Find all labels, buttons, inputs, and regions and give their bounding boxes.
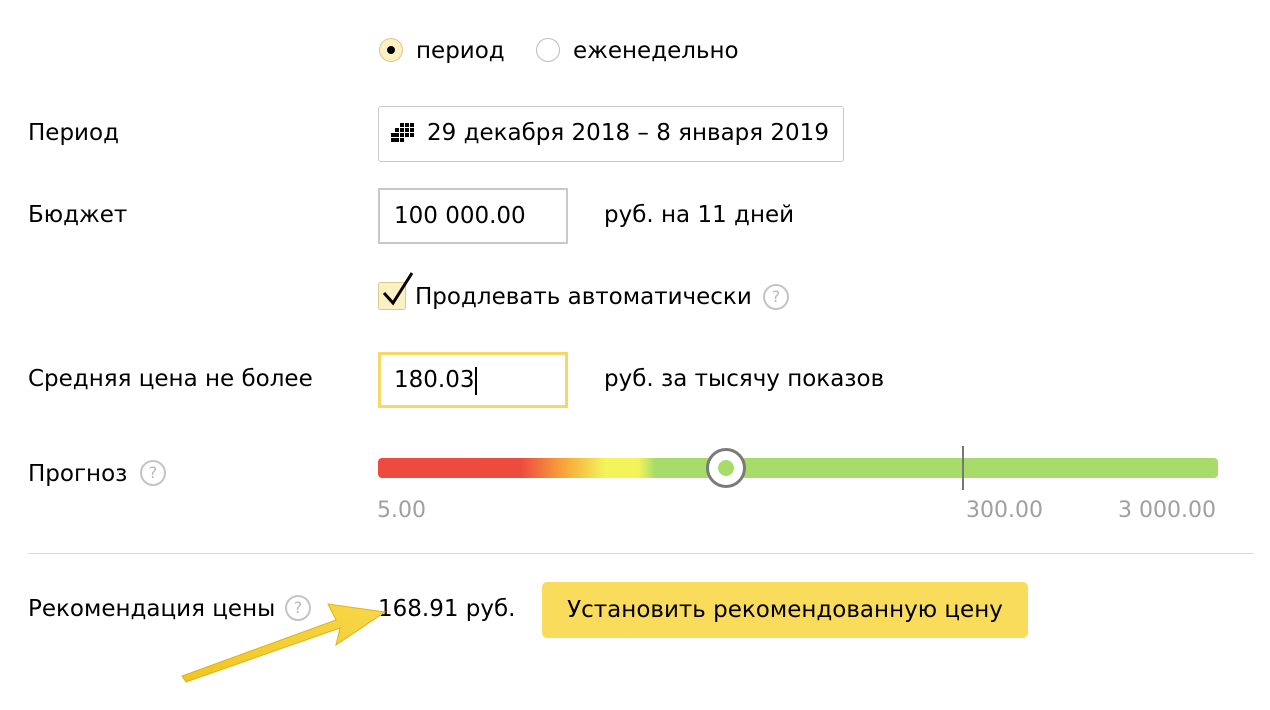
auto-extend-help-icon[interactable]: ? <box>763 284 789 310</box>
avg-price-label: Средняя цена не более <box>28 366 313 392</box>
forecast-help-icon[interactable]: ? <box>140 460 166 486</box>
period-value: 29 декабря 2018 – 8 января 2019 <box>427 120 829 146</box>
budget-suffix: руб. на 11 дней <box>604 202 795 228</box>
calendar-icon <box>391 123 414 142</box>
forecast-scale-bar <box>378 458 1218 478</box>
radio-period-label[interactable]: период <box>416 37 505 65</box>
section-divider <box>28 553 1254 554</box>
period-date-picker[interactable]: 29 декабря 2018 – 8 января 2019 <box>378 106 844 162</box>
forecast-scale-mid: 300.00 <box>966 498 1043 523</box>
radio-weekly[interactable] <box>536 38 560 62</box>
budget-label: Бюджет <box>28 202 128 228</box>
radio-period[interactable] <box>379 38 403 62</box>
forecast-slider-dot <box>718 460 734 476</box>
checkmark-icon <box>382 272 414 306</box>
avg-price-suffix: руб. за тысячу показов <box>604 366 885 392</box>
budget-value: 100 000.00 <box>394 203 526 229</box>
forecast-scale-tick <box>962 446 964 490</box>
annotation-arrow <box>181 603 387 683</box>
set-recommended-price-button[interactable]: Установить рекомендованную цену <box>542 582 1028 638</box>
forecast-scale-max: 3 000.00 <box>1118 498 1216 523</box>
auto-extend-label[interactable]: Продлевать автоматически <box>415 283 752 311</box>
text-cursor <box>475 367 477 395</box>
auto-extend-checkbox[interactable] <box>378 272 414 310</box>
radio-weekly-label[interactable]: еженедельно <box>573 37 739 65</box>
avg-price-value: 180.03 <box>394 367 475 393</box>
forecast-scale-min: 5.00 <box>377 498 426 523</box>
budget-input[interactable]: 100 000.00 <box>378 188 568 244</box>
forecast-slider-handle[interactable] <box>706 448 746 488</box>
avg-price-input[interactable]: 180.03 <box>378 352 568 408</box>
period-label: Период <box>28 120 119 146</box>
forecast-label: Прогноз <box>28 461 128 487</box>
